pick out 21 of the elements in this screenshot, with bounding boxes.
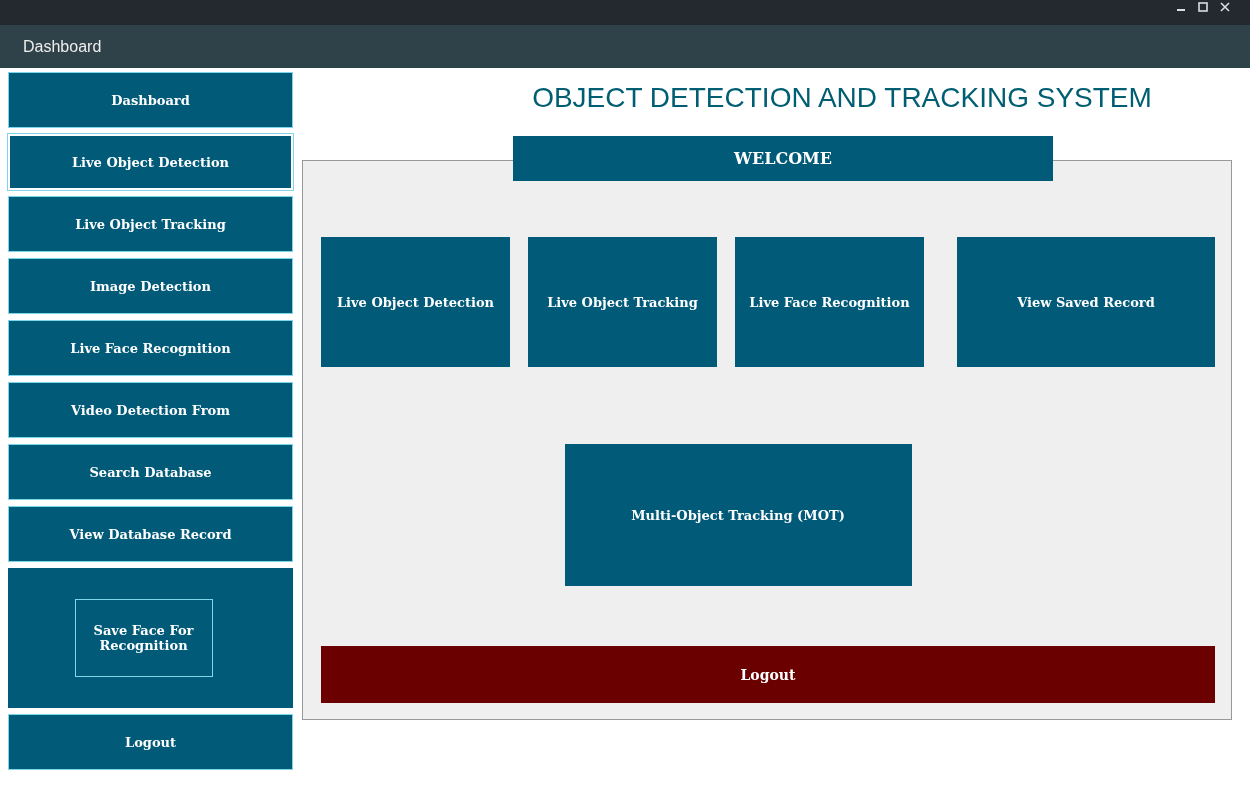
sidebar-item[interactable]: View Database Record	[8, 506, 293, 562]
feature-tile[interactable]: Live Object Tracking	[528, 237, 717, 367]
sidebar-item[interactable]: Image Detection	[8, 258, 293, 314]
sidebar-item[interactable]: Live Face Recognition	[8, 320, 293, 376]
welcome-banner: WELCOME	[513, 136, 1053, 181]
sidebar-item[interactable]: Live Object Tracking	[8, 196, 293, 252]
logout-button[interactable]: Logout	[321, 646, 1215, 703]
maximize-icon[interactable]	[1198, 2, 1208, 12]
sidebar-item[interactable]: Search Database	[8, 444, 293, 500]
feature-tile[interactable]: Live Face Recognition	[735, 237, 924, 367]
sidebar-item[interactable]: Save Face For Recognition	[74, 599, 213, 677]
sidebar-item[interactable]: Dashboard	[8, 72, 293, 128]
sidebar-item[interactable]: Logout	[8, 714, 293, 770]
close-icon[interactable]	[1220, 2, 1230, 12]
window-title: Dashboard	[23, 37, 102, 56]
feature-tile[interactable]: View Saved Record	[957, 237, 1215, 367]
feature-tile[interactable]: Multi-Object Tracking (MOT)	[564, 444, 912, 586]
sidebar-item[interactable]: Live Object Detection	[8, 134, 293, 190]
page-heading: OBJECT DETECTION AND TRACKING SYSTEM	[531, 82, 1153, 114]
sidebar-item[interactable]: Video Detection From	[8, 382, 293, 438]
feature-tile[interactable]: Live Object Detection	[321, 237, 510, 367]
